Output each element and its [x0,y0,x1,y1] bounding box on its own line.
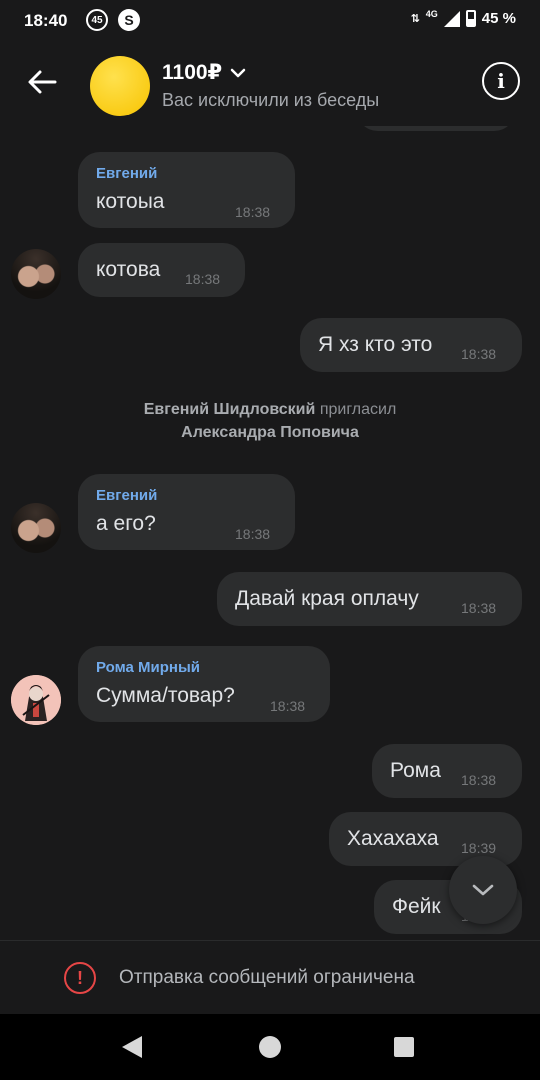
sender-name: Евгений [96,487,158,504]
message-bubble[interactable]: Евгений котоыа 18:38 [78,152,295,228]
battery-percent: 45 % [481,10,516,27]
message-time: 18:38 [461,346,497,362]
chat-title: 1100₽ [162,61,223,84]
message-text: а его? [96,512,156,535]
message-bubble[interactable]: Я хз кто это 18:38 [300,318,522,372]
status-bar: 18:40 45 S ⇅ 4G 45 % [0,0,540,40]
exclamation-circle-icon: ! [64,962,96,994]
battery-icon [465,10,476,27]
avatar[interactable] [11,675,61,725]
message-text: Рома [390,759,441,782]
system-action: пригласил [319,401,397,418]
status-time: 18:40 [24,11,68,30]
message-bubble[interactable]: котова 18:38 [78,243,245,297]
nav-home-icon[interactable] [259,1036,281,1058]
network-type: 4G [425,8,438,19]
info-button[interactable]: i [482,62,520,100]
signal-icon [443,10,460,27]
nav-recents-icon[interactable] [394,1037,414,1057]
message-text: котова [96,258,161,281]
message-list[interactable]: Евгений котоыа 18:38 котова 18:38 Я хз к… [0,126,540,940]
message-text: Хахахаха [347,827,439,850]
chat-avatar[interactable] [90,56,150,116]
arrow-left-icon [28,70,57,94]
message-bubble[interactable]: Рома Мирный Сумма/товар? 18:38 [78,646,330,722]
message-time: 18:39 [461,840,497,856]
chat-title-button[interactable]: 1100₽ [162,60,246,85]
notification-badge-icon: 45 [86,9,108,31]
data-transfer-icon: ⇅ [410,13,420,25]
info-icon: i [497,69,505,93]
chevron-down-icon [230,68,246,77]
status-indicators: ⇅ 4G 45 % [410,8,516,27]
message-bubble[interactable]: Рома 18:38 [372,744,522,798]
restriction-bar: ! Отправка сообщений ограничена [0,940,540,1014]
system-message: Евгений Шидловский пригласил Александра … [0,398,540,444]
message-time: 18:38 [270,698,306,714]
system-actor: Евгений Шидловский [143,401,316,418]
message-bubble[interactable]: Евгений а его? 18:38 [78,474,295,550]
message-bubble[interactable]: Давай края оплачу 18:38 [217,572,522,626]
message-time: 18:38 [235,526,271,542]
restriction-text: Отправка сообщений ограничена [119,967,415,988]
avatar[interactable] [11,503,61,553]
message-time: 18:38 [185,271,221,287]
sender-name: Рома Мирный [96,659,200,676]
avatar-illustration [11,675,61,725]
scroll-down-button[interactable] [449,856,517,924]
message-bubble-partial[interactable] [356,126,516,131]
message-time: 18:38 [235,204,271,220]
sender-name: Евгений [96,165,158,182]
back-button[interactable] [22,62,62,102]
system-target: Александра Поповича [181,424,359,441]
message-text: Давай края оплачу [235,587,419,610]
avatar[interactable] [11,249,61,299]
nav-back-icon[interactable] [122,1036,142,1058]
chat-header: 1100₽ Вас исключили из беседы i [0,40,540,126]
shazam-icon: S [118,9,140,31]
message-text: котоыа [96,190,165,213]
chat-subtitle: Вас исключили из беседы [162,90,380,110]
message-text: Фейк [392,895,441,918]
message-text: Сумма/товар? [96,684,235,707]
system-nav-bar [0,1014,540,1080]
message-time: 18:38 [461,772,497,788]
message-text: Я хз кто это [318,333,433,356]
message-time: 18:38 [461,600,497,616]
chevron-down-icon [472,884,494,896]
